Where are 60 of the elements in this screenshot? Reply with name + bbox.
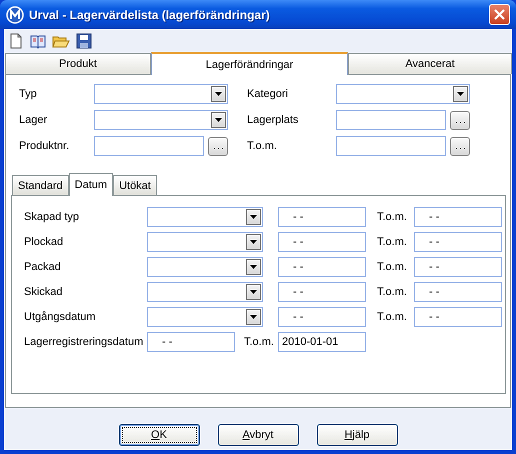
field-label: T.o.m.	[243, 336, 275, 348]
tab[interactable]: Avancerat	[348, 53, 512, 74]
window-title: Urval - Lagervärdelista (lagerförändringar)	[29, 8, 271, 22]
field-label: Typ	[19, 88, 38, 100]
field-label: T.o.m.	[376, 261, 408, 273]
date-field[interactable]: - -	[147, 332, 235, 352]
close-icon[interactable]	[494, 9, 505, 20]
tab[interactable]: Lagerförändringar	[151, 52, 348, 75]
field-label: Packad	[24, 261, 62, 273]
tab[interactable]: Utökat	[113, 175, 157, 195]
field-label: T.o.m.	[376, 211, 408, 223]
field-label: Utgångsdatum	[24, 311, 97, 323]
save-icon[interactable]	[76, 33, 92, 49]
ellipsis-icon[interactable]	[450, 110, 470, 130]
field-label: Kategori	[247, 88, 289, 100]
field-label: Lagerregistreringsdatum	[24, 336, 144, 348]
date-field[interactable]: 2010-01-01	[278, 332, 366, 352]
date-field[interactable]: - -	[414, 232, 502, 252]
date-field[interactable]: - -	[278, 282, 366, 302]
field-label: Lagerplats	[247, 114, 300, 126]
app-logo-icon	[6, 6, 24, 24]
dialog-button[interactable]: Avbryt	[218, 424, 298, 446]
date-field[interactable]: - -	[414, 257, 502, 277]
field-label: T.o.m.	[376, 311, 408, 323]
field-label: Plockad	[24, 236, 64, 248]
close-button[interactable]	[489, 4, 510, 25]
input-field[interactable]	[94, 136, 204, 156]
new-document-icon[interactable]	[8, 33, 24, 49]
date-field[interactable]: - -	[278, 257, 366, 277]
dialog-button[interactable]: OK	[118, 424, 200, 446]
ellipsis-icon[interactable]	[450, 136, 470, 156]
dropdown[interactable]	[336, 84, 470, 104]
field-label: T.o.m.	[247, 140, 278, 152]
dropdown[interactable]	[94, 110, 228, 130]
tab[interactable]: Datum	[68, 173, 114, 196]
dropdown[interactable]	[147, 207, 263, 227]
field-label: Produktnr.	[19, 140, 70, 152]
field-label: T.o.m.	[376, 286, 408, 298]
tab[interactable]: Standard	[12, 175, 69, 195]
date-field[interactable]: - -	[414, 307, 502, 327]
input-field[interactable]	[336, 136, 446, 156]
date-field[interactable]: - -	[414, 282, 502, 302]
dropdown[interactable]	[147, 307, 263, 327]
dropdown[interactable]	[147, 232, 263, 252]
dropdown[interactable]	[94, 84, 228, 104]
date-field[interactable]: - -	[414, 207, 502, 227]
date-field[interactable]: - -	[278, 307, 366, 327]
date-field[interactable]: - -	[278, 232, 366, 252]
book-icon[interactable]	[30, 33, 46, 49]
field-label: Skickad	[24, 286, 64, 298]
input-field[interactable]	[336, 110, 446, 130]
date-field[interactable]: - -	[278, 207, 366, 227]
dialog-button[interactable]: Hjälp	[316, 424, 398, 446]
ellipsis-icon[interactable]	[208, 136, 228, 156]
field-label: T.o.m.	[376, 236, 408, 248]
dropdown[interactable]	[147, 282, 263, 302]
tab[interactable]: Produkt	[5, 53, 151, 74]
field-label: Lager	[19, 114, 48, 126]
field-label: Skapad typ	[24, 211, 80, 223]
dropdown[interactable]	[147, 257, 263, 277]
